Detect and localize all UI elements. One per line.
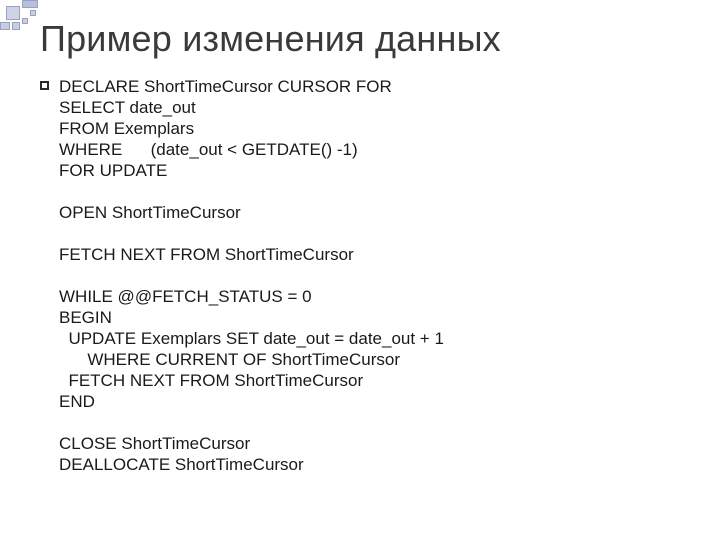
bullet-spacer — [40, 165, 49, 174]
bullet-spacer — [40, 144, 49, 153]
code-text: WHERE (date_out < GETDATE() -1) — [59, 139, 358, 160]
slide: Пример изменения данных DECLARE ShortTim… — [0, 0, 720, 540]
bullet-spacer — [40, 417, 49, 426]
bullet-spacer — [40, 228, 49, 237]
code-text: SELECT date_out — [59, 97, 196, 118]
bullet-spacer — [40, 270, 49, 279]
bullet-spacer — [40, 102, 49, 111]
code-line: CLOSE ShortTimeCursor — [40, 433, 680, 454]
bullet-spacer — [40, 459, 49, 468]
code-line: END — [40, 391, 680, 412]
code-line: DECLARE ShortTimeCursor CURSOR FOR — [40, 76, 680, 97]
code-line: UPDATE Exemplars SET date_out = date_out… — [40, 328, 680, 349]
code-line: WHERE CURRENT OF ShortTimeCursor — [40, 349, 680, 370]
bullet-spacer — [40, 375, 49, 384]
code-line: WHILE @@FETCH_STATUS = 0 — [40, 286, 680, 307]
deco-square — [22, 0, 38, 8]
bullet-spacer — [40, 207, 49, 216]
code-text: FOR UPDATE — [59, 160, 167, 181]
code-line: DEALLOCATE ShortTimeCursor — [40, 454, 680, 475]
code-text: DECLARE ShortTimeCursor CURSOR FOR — [59, 76, 392, 97]
code-text: WHILE @@FETCH_STATUS = 0 — [59, 286, 312, 307]
code-text: BEGIN — [59, 307, 112, 328]
code-line: OPEN ShortTimeCursor — [40, 202, 680, 223]
deco-square — [22, 18, 28, 24]
slide-body: DECLARE ShortTimeCursor CURSOR FORSELECT… — [40, 76, 680, 475]
code-line — [40, 265, 680, 286]
bullet-spacer — [40, 354, 49, 363]
deco-square — [30, 10, 36, 16]
code-text: DEALLOCATE ShortTimeCursor — [59, 454, 304, 475]
code-line: WHERE (date_out < GETDATE() -1) — [40, 139, 680, 160]
bullet-spacer — [40, 312, 49, 321]
code-line: FETCH NEXT FROM ShortTimeCursor — [40, 244, 680, 265]
code-text: FETCH NEXT FROM ShortTimeCursor — [59, 244, 354, 265]
bullet-icon — [40, 81, 49, 90]
corner-decoration — [0, 0, 40, 40]
code-text: CLOSE ShortTimeCursor — [59, 433, 250, 454]
code-line: SELECT date_out — [40, 97, 680, 118]
code-text: UPDATE Exemplars SET date_out = date_out… — [59, 328, 444, 349]
deco-square — [0, 22, 10, 30]
code-text: OPEN ShortTimeCursor — [59, 202, 241, 223]
bullet-spacer — [40, 249, 49, 258]
code-line: FETCH NEXT FROM ShortTimeCursor — [40, 370, 680, 391]
code-text: FETCH NEXT FROM ShortTimeCursor — [59, 370, 363, 391]
deco-square — [6, 6, 20, 20]
code-text: WHERE CURRENT OF ShortTimeCursor — [59, 349, 400, 370]
code-line: FROM Exemplars — [40, 118, 680, 139]
slide-title: Пример изменения данных — [40, 18, 501, 60]
code-line — [40, 181, 680, 202]
bullet-spacer — [40, 186, 49, 195]
bullet-spacer — [40, 396, 49, 405]
code-line: BEGIN — [40, 307, 680, 328]
code-text: FROM Exemplars — [59, 118, 194, 139]
bullet-spacer — [40, 333, 49, 342]
bullet-spacer — [40, 123, 49, 132]
code-text: END — [59, 391, 95, 412]
code-line — [40, 223, 680, 244]
bullet-spacer — [40, 438, 49, 447]
code-line: FOR UPDATE — [40, 160, 680, 181]
deco-square — [12, 22, 20, 30]
code-line — [40, 412, 680, 433]
bullet-spacer — [40, 291, 49, 300]
